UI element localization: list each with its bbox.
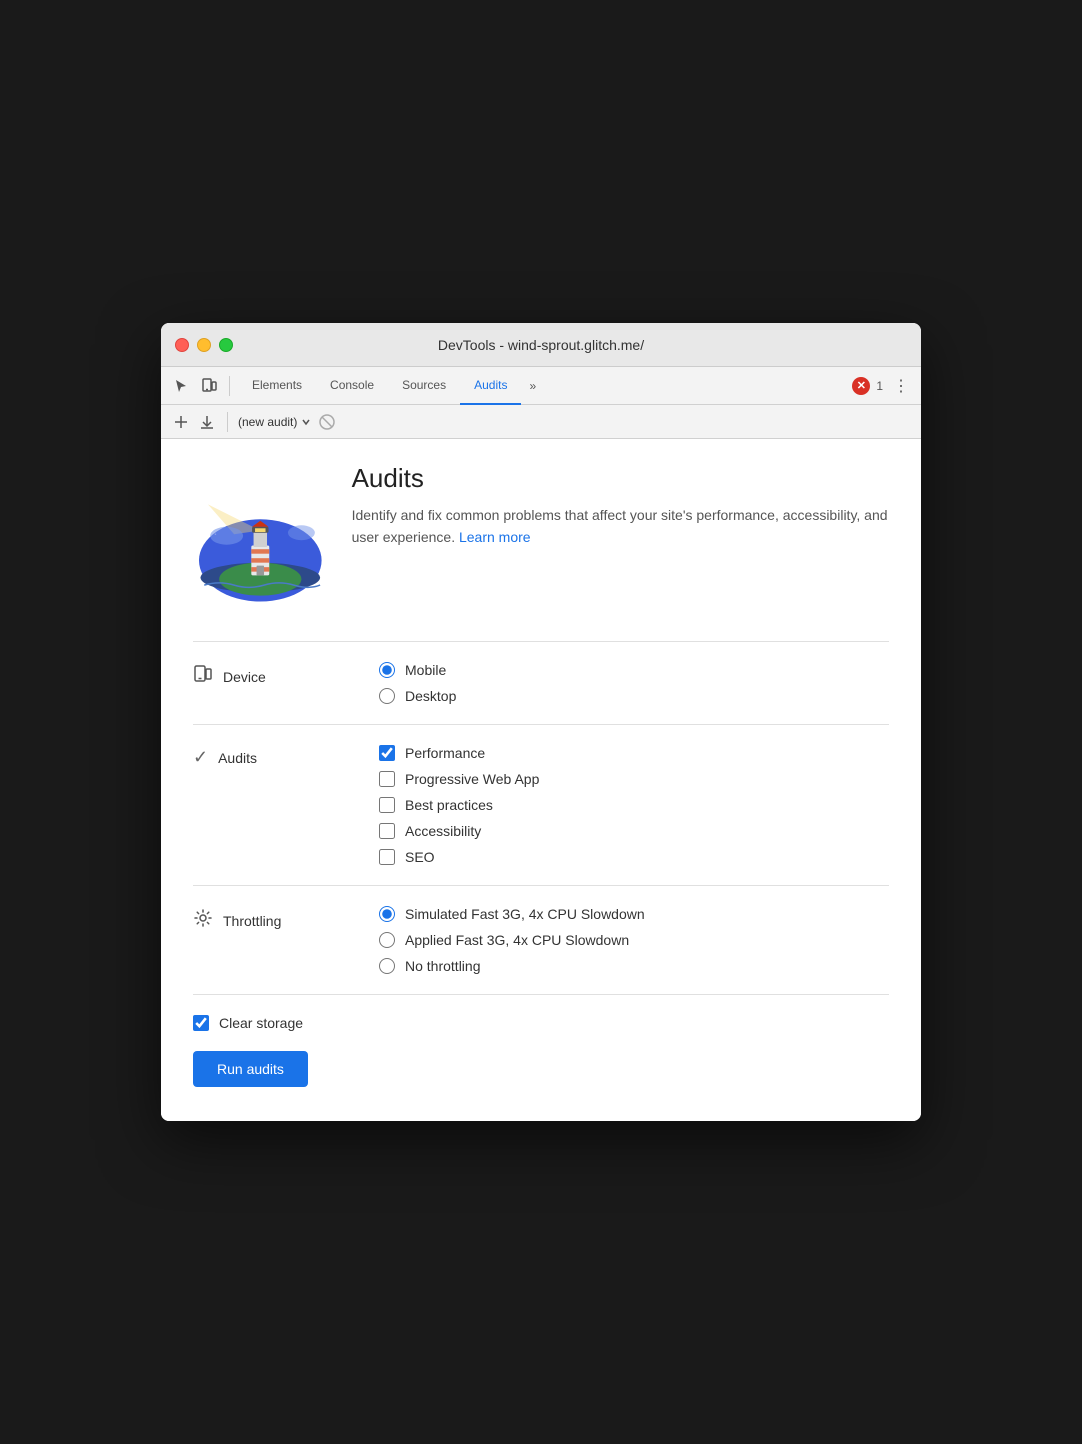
throttling-applied-radio[interactable]	[379, 932, 395, 948]
toolbar-right: ✕ 1 ⋮	[852, 376, 913, 396]
audits-description: Identify and fix common problems that af…	[352, 504, 889, 549]
titlebar: DevTools - wind-sprout.glitch.me/	[161, 323, 921, 367]
lighthouse-illustration	[193, 463, 328, 613]
audit-accessibility-checkbox[interactable]	[379, 823, 395, 839]
subtoolbar: (new audit)	[161, 405, 921, 439]
clear-storage-option[interactable]: Clear storage	[193, 1015, 303, 1031]
audit-select-label: (new audit)	[238, 415, 297, 429]
maximize-button[interactable]	[219, 338, 233, 352]
main-content: Audits Identify and fix common problems …	[161, 439, 921, 1121]
device-icon	[193, 664, 213, 689]
device-desktop-radio[interactable]	[379, 688, 395, 704]
tab-audits[interactable]: Audits	[460, 367, 521, 405]
clear-storage-row: Clear storage	[193, 1015, 889, 1031]
throttling-options: Simulated Fast 3G, 4x CPU Slowdown Appli…	[379, 906, 889, 974]
audit-pwa-checkbox[interactable]	[379, 771, 395, 787]
hero-section: Audits Identify and fix common problems …	[193, 463, 889, 613]
more-tabs-button[interactable]: »	[521, 367, 544, 405]
download-icon[interactable]	[197, 412, 217, 432]
main-toolbar: Elements Console Sources Audits » ✕ 1 ⋮	[161, 367, 921, 405]
tab-sources[interactable]: Sources	[388, 367, 460, 405]
learn-more-link[interactable]: Learn more	[459, 529, 531, 545]
tab-console[interactable]: Console	[316, 367, 388, 405]
devtools-window: DevTools - wind-sprout.glitch.me/ Elemen…	[161, 323, 921, 1121]
toolbar-separator	[229, 376, 230, 396]
audit-performance-option[interactable]: Performance	[379, 745, 889, 761]
close-button[interactable]	[175, 338, 189, 352]
bottom-section: Clear storage Run audits	[193, 995, 889, 1097]
error-icon: ✕	[852, 377, 870, 395]
throttling-simulated-option[interactable]: Simulated Fast 3G, 4x CPU Slowdown	[379, 906, 889, 922]
audit-selector[interactable]: (new audit)	[238, 415, 311, 429]
audits-label: ✓ Audits	[193, 745, 363, 768]
throttling-none-radio[interactable]	[379, 958, 395, 974]
minimize-button[interactable]	[197, 338, 211, 352]
subtoolbar-separator	[227, 412, 228, 432]
checkmark-icon: ✓	[193, 747, 208, 768]
audit-seo-checkbox[interactable]	[379, 849, 395, 865]
menu-icon[interactable]: ⋮	[889, 376, 913, 396]
cursor-icon[interactable]	[169, 374, 193, 398]
window-title: DevTools - wind-sprout.glitch.me/	[438, 337, 644, 353]
device-options: Mobile Desktop	[379, 662, 889, 704]
device-mobile-option[interactable]: Mobile	[379, 662, 889, 678]
device-label: Device	[193, 662, 363, 689]
device-mobile-radio[interactable]	[379, 662, 395, 678]
tab-bar: Elements Console Sources Audits »	[238, 367, 848, 405]
audits-title: Audits	[352, 463, 889, 494]
hero-text: Audits Identify and fix common problems …	[352, 463, 889, 549]
gear-icon	[193, 908, 213, 933]
audit-best-practices-checkbox[interactable]	[379, 797, 395, 813]
throttling-applied-option[interactable]: Applied Fast 3G, 4x CPU Slowdown	[379, 932, 889, 948]
device-icon[interactable]	[197, 374, 221, 398]
error-count: 1	[876, 379, 883, 393]
audit-seo-option[interactable]: SEO	[379, 849, 889, 865]
traffic-lights	[175, 338, 233, 352]
audit-performance-checkbox[interactable]	[379, 745, 395, 761]
device-row: Device Mobile Desktop	[193, 642, 889, 725]
run-audits-button[interactable]: Run audits	[193, 1051, 308, 1087]
add-audit-icon[interactable]	[171, 412, 191, 432]
audits-options: Performance Progressive Web App Best pra…	[379, 745, 889, 865]
audit-pwa-option[interactable]: Progressive Web App	[379, 771, 889, 787]
block-icon[interactable]	[317, 412, 337, 432]
device-desktop-option[interactable]: Desktop	[379, 688, 889, 704]
tab-elements[interactable]: Elements	[238, 367, 316, 405]
audits-row: ✓ Audits Performance Progressive Web App…	[193, 725, 889, 886]
throttling-row: Throttling Simulated Fast 3G, 4x CPU Slo…	[193, 886, 889, 995]
throttling-none-option[interactable]: No throttling	[379, 958, 889, 974]
clear-storage-checkbox[interactable]	[193, 1015, 209, 1031]
audit-best-practices-option[interactable]: Best practices	[379, 797, 889, 813]
throttling-label: Throttling	[193, 906, 363, 933]
audit-accessibility-option[interactable]: Accessibility	[379, 823, 889, 839]
throttling-simulated-radio[interactable]	[379, 906, 395, 922]
